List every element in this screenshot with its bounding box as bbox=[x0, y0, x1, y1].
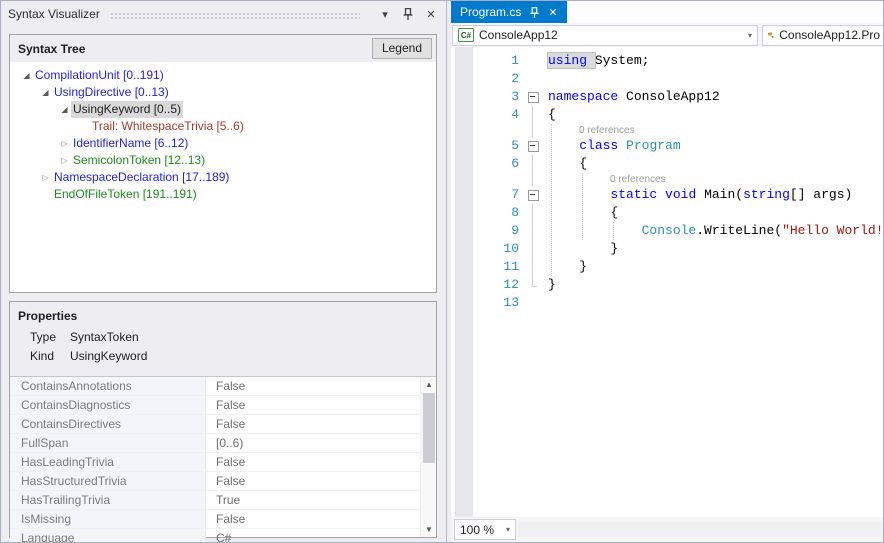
code-lines: 1using System; 2 3namespace ConsoleApp12… bbox=[451, 52, 884, 312]
close-icon[interactable]: ✕ bbox=[423, 6, 439, 22]
visual-studio-window: Syntax Visualizer ▾ ✕ Syntax Tree Legend… bbox=[0, 0, 884, 543]
fold-collapse-icon[interactable] bbox=[525, 137, 541, 155]
property-row[interactable]: FullSpan [0..6) bbox=[10, 434, 436, 453]
tool-window-titlebar[interactable]: Syntax Visualizer ▾ ✕ bbox=[1, 1, 446, 27]
document-tab-strip: Program.cs ✕ bbox=[451, 1, 884, 23]
scroll-up-icon[interactable]: ▲ bbox=[421, 377, 437, 392]
code-line[interactable]: 6 { bbox=[451, 155, 884, 173]
csharp-project-icon: C# bbox=[458, 28, 474, 42]
property-row[interactable]: ContainsDiagnostics False bbox=[10, 396, 436, 415]
code-line[interactable]: 3namespace ConsoleApp12 bbox=[451, 88, 884, 106]
property-row[interactable]: Language C# bbox=[10, 529, 436, 543]
selected-token-highlight: using bbox=[548, 53, 595, 68]
line-number: 6 bbox=[451, 155, 525, 173]
line-number: 9 bbox=[451, 222, 525, 240]
line-number: 2 bbox=[451, 70, 525, 88]
code-line[interactable]: 4{ bbox=[451, 106, 884, 124]
type-dropdown-value: ConsoleApp12.Pro bbox=[779, 28, 880, 42]
properties-groupbox: Properties Type SyntaxToken Kind UsingKe… bbox=[9, 301, 437, 538]
property-row[interactable]: HasStructuredTrivia False bbox=[10, 472, 436, 491]
horizontal-scrollbar[interactable] bbox=[518, 522, 884, 537]
tab-program-cs[interactable]: Program.cs ✕ bbox=[451, 1, 567, 23]
close-icon[interactable]: ✕ bbox=[548, 6, 557, 19]
expander-icon[interactable]: ◢ bbox=[58, 101, 71, 118]
line-number: 1 bbox=[451, 52, 525, 70]
syntax-tree-title: Syntax Tree bbox=[18, 42, 372, 56]
pin-icon[interactable] bbox=[530, 7, 539, 18]
codelens-references[interactable]: 0 references bbox=[451, 173, 884, 186]
tree-node-compilationunit[interactable]: ◢ CompilationUnit [0..191) bbox=[10, 67, 436, 84]
tree-node-usingdirective[interactable]: ◢ UsingDirective [0..13) bbox=[10, 84, 436, 101]
line-number: 13 bbox=[451, 294, 525, 312]
expander-icon[interactable]: ▷ bbox=[58, 152, 71, 169]
line-number: 4 bbox=[451, 106, 525, 124]
line-number: 5 bbox=[451, 137, 525, 155]
property-type-row: Type SyntaxToken bbox=[10, 328, 436, 347]
code-line[interactable]: 9 Console.WriteLine("Hello World!"); bbox=[451, 222, 884, 240]
code-line[interactable]: 12} bbox=[451, 276, 884, 294]
titlebar-grip-texture bbox=[110, 12, 360, 19]
property-row[interactable]: ContainsAnnotations False bbox=[10, 377, 436, 396]
code-line[interactable]: 7 static void Main(string[] args) bbox=[451, 186, 884, 204]
expander-icon[interactable]: ◢ bbox=[39, 84, 52, 101]
expander-icon[interactable]: ◢ bbox=[20, 67, 33, 84]
fold-collapse-icon[interactable] bbox=[525, 88, 541, 106]
code-editor-pane: Program.cs ✕ C# ConsoleApp12 ▾ bbox=[451, 1, 884, 542]
code-line[interactable]: 1using System; bbox=[451, 52, 884, 70]
tool-window-title: Syntax Visualizer bbox=[8, 7, 100, 21]
syntax-visualizer-panel: Syntax Visualizer ▾ ✕ Syntax Tree Legend… bbox=[1, 1, 447, 542]
properties-scrollbar[interactable]: ▲ ▼ bbox=[420, 377, 436, 537]
tree-node-namespacedeclaration[interactable]: ▷ NamespaceDeclaration [17..189) bbox=[10, 169, 436, 186]
property-kind-row: Kind UsingKeyword bbox=[10, 347, 436, 366]
code-line[interactable]: 2 bbox=[451, 70, 884, 88]
zoom-level-dropdown[interactable]: 100 % ▾ bbox=[454, 519, 516, 540]
project-dropdown[interactable]: C# ConsoleApp12 ▾ bbox=[452, 25, 758, 46]
pin-icon[interactable] bbox=[400, 6, 416, 22]
syntax-tree-header: Syntax Tree Legend bbox=[10, 35, 436, 62]
class-icon bbox=[768, 29, 774, 42]
expander-icon[interactable]: ▷ bbox=[39, 169, 52, 186]
chevron-down-icon: ▾ bbox=[742, 31, 752, 40]
property-row[interactable]: HasLeadingTrivia False bbox=[10, 453, 436, 472]
syntax-tree: ◢ CompilationUnit [0..191) ◢ UsingDirect… bbox=[10, 62, 436, 292]
chevron-down-icon: ▾ bbox=[506, 525, 510, 534]
editor-bottom-bar: 100 % ▾ bbox=[451, 517, 884, 542]
code-editor-body[interactable]: 1using System; 2 3namespace ConsoleApp12… bbox=[451, 47, 884, 517]
tree-node-identifiername[interactable]: ▷ IdentifierName [6..12) bbox=[10, 135, 436, 152]
tree-node-whitespacetrivia[interactable]: Trail: WhitespaceTrivia [5..6) bbox=[10, 118, 436, 135]
code-line[interactable]: 13 bbox=[451, 294, 884, 312]
code-line[interactable]: 10 } bbox=[451, 240, 884, 258]
editor-navigation-bar: C# ConsoleApp12 ▾ ConsoleApp12.Pro bbox=[451, 23, 884, 47]
line-number: 10 bbox=[451, 240, 525, 258]
line-number: 3 bbox=[451, 88, 525, 106]
tree-node-usingkeyword[interactable]: ◢ UsingKeyword [0..5) bbox=[10, 101, 436, 118]
tree-node-endoffiletoken[interactable]: EndOfFileToken [191..191) bbox=[10, 186, 436, 203]
expander-icon[interactable]: ▷ bbox=[58, 135, 71, 152]
property-row[interactable]: IsMissing False bbox=[10, 510, 436, 529]
scroll-down-icon[interactable]: ▼ bbox=[421, 522, 437, 537]
properties-title: Properties bbox=[10, 302, 436, 328]
selected-tree-node-label: UsingKeyword [0..5) bbox=[71, 101, 183, 118]
code-line[interactable]: 8 { bbox=[451, 204, 884, 222]
property-row[interactable]: ContainsDirectives False bbox=[10, 415, 436, 434]
line-number: 8 bbox=[451, 204, 525, 222]
properties-grid: ContainsAnnotations False ContainsDiagno… bbox=[10, 376, 436, 537]
code-line[interactable]: 11 } bbox=[451, 258, 884, 276]
zoom-level-value: 100 % bbox=[460, 523, 494, 537]
fold-collapse-icon[interactable] bbox=[525, 186, 541, 204]
line-number: 7 bbox=[451, 186, 525, 204]
codelens-references[interactable]: 0 references bbox=[451, 124, 884, 137]
window-position-dropdown-icon[interactable]: ▾ bbox=[377, 6, 393, 22]
scrollbar-thumb[interactable] bbox=[423, 393, 435, 463]
project-dropdown-value: ConsoleApp12 bbox=[479, 28, 558, 42]
syntax-tree-groupbox: Syntax Tree Legend ◢ CompilationUnit [0.… bbox=[9, 34, 437, 293]
property-row[interactable]: HasTrailingTrivia True bbox=[10, 491, 436, 510]
type-dropdown[interactable]: ConsoleApp12.Pro bbox=[762, 25, 884, 46]
legend-button[interactable]: Legend bbox=[372, 38, 432, 59]
line-number: 12 bbox=[451, 276, 525, 294]
tree-node-semicolontoken[interactable]: ▷ SemicolonToken [12..13) bbox=[10, 152, 436, 169]
line-number: 11 bbox=[451, 258, 525, 276]
code-line[interactable]: 5 class Program bbox=[451, 137, 884, 155]
